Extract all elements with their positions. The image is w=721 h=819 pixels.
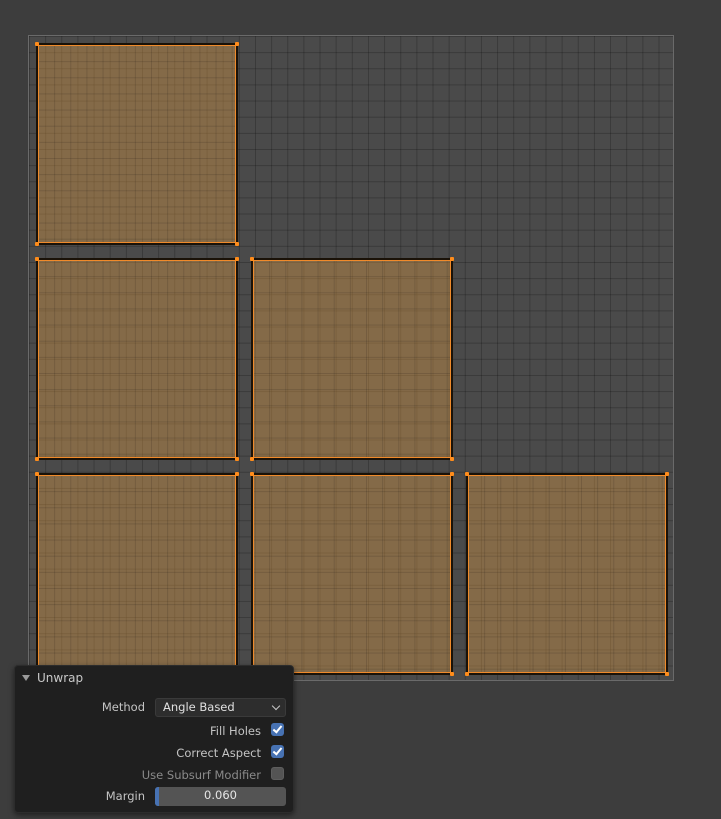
chevron-down-icon (271, 701, 281, 711)
uv-island-3[interactable] (251, 258, 453, 460)
correct-aspect-row: Correct Aspect (15, 744, 293, 764)
uv-grid-space[interactable] (28, 35, 674, 681)
uv-vertex[interactable] (35, 457, 39, 461)
uv-vertex[interactable] (235, 472, 239, 476)
uv-island-1[interactable] (36, 43, 238, 245)
method-value: Angle Based (163, 700, 235, 714)
uv-island-4[interactable] (36, 473, 238, 675)
fill-holes-checkbox[interactable] (271, 723, 284, 736)
method-dropdown[interactable]: Angle Based (155, 698, 286, 717)
uv-vertex[interactable] (665, 672, 669, 676)
uv-vertex[interactable] (35, 257, 39, 261)
uv-vertex[interactable] (35, 242, 39, 246)
uv-editor-viewport[interactable]: Unwrap Method Angle Based Fill Holes Cor… (0, 0, 721, 819)
margin-label: Margin (105, 789, 145, 803)
method-row: Method Angle Based (15, 698, 293, 718)
uv-vertex[interactable] (250, 457, 254, 461)
uv-vertex[interactable] (450, 457, 454, 461)
uv-vertex[interactable] (250, 257, 254, 261)
correct-aspect-label: Correct Aspect (176, 746, 261, 760)
unwrap-redo-panel: Unwrap Method Angle Based Fill Holes Cor… (14, 665, 294, 813)
fill-holes-row: Fill Holes (15, 722, 293, 742)
use-subsurf-label: Use Subsurf Modifier (141, 768, 261, 782)
uv-vertex[interactable] (450, 672, 454, 676)
uv-vertex[interactable] (235, 42, 239, 46)
panel-title: Unwrap (37, 671, 84, 685)
uv-vertex[interactable] (35, 472, 39, 476)
uv-vertex[interactable] (450, 257, 454, 261)
correct-aspect-checkbox[interactable] (271, 745, 284, 758)
uv-vertex[interactable] (250, 472, 254, 476)
uv-vertex[interactable] (235, 457, 239, 461)
uv-vertex[interactable] (235, 242, 239, 246)
margin-slider[interactable]: 0.060 (155, 787, 286, 806)
uv-vertex[interactable] (665, 472, 669, 476)
uv-island-5[interactable] (251, 473, 453, 675)
uv-vertex[interactable] (35, 42, 39, 46)
use-subsurf-row: Use Subsurf Modifier (15, 766, 293, 786)
uv-vertex[interactable] (450, 472, 454, 476)
uv-island-2[interactable] (36, 258, 238, 460)
method-label: Method (101, 700, 145, 714)
uv-island-6[interactable] (466, 473, 668, 675)
panel-header[interactable]: Unwrap (15, 666, 293, 690)
uv-vertex[interactable] (235, 257, 239, 261)
fill-holes-label: Fill Holes (210, 724, 261, 738)
collapse-arrow-icon[interactable] (22, 675, 30, 681)
uv-vertex[interactable] (465, 472, 469, 476)
margin-value: 0.060 (204, 788, 237, 802)
margin-row: Margin 0.060 (15, 787, 293, 807)
use-subsurf-checkbox[interactable] (271, 767, 284, 780)
uv-vertex[interactable] (465, 672, 469, 676)
